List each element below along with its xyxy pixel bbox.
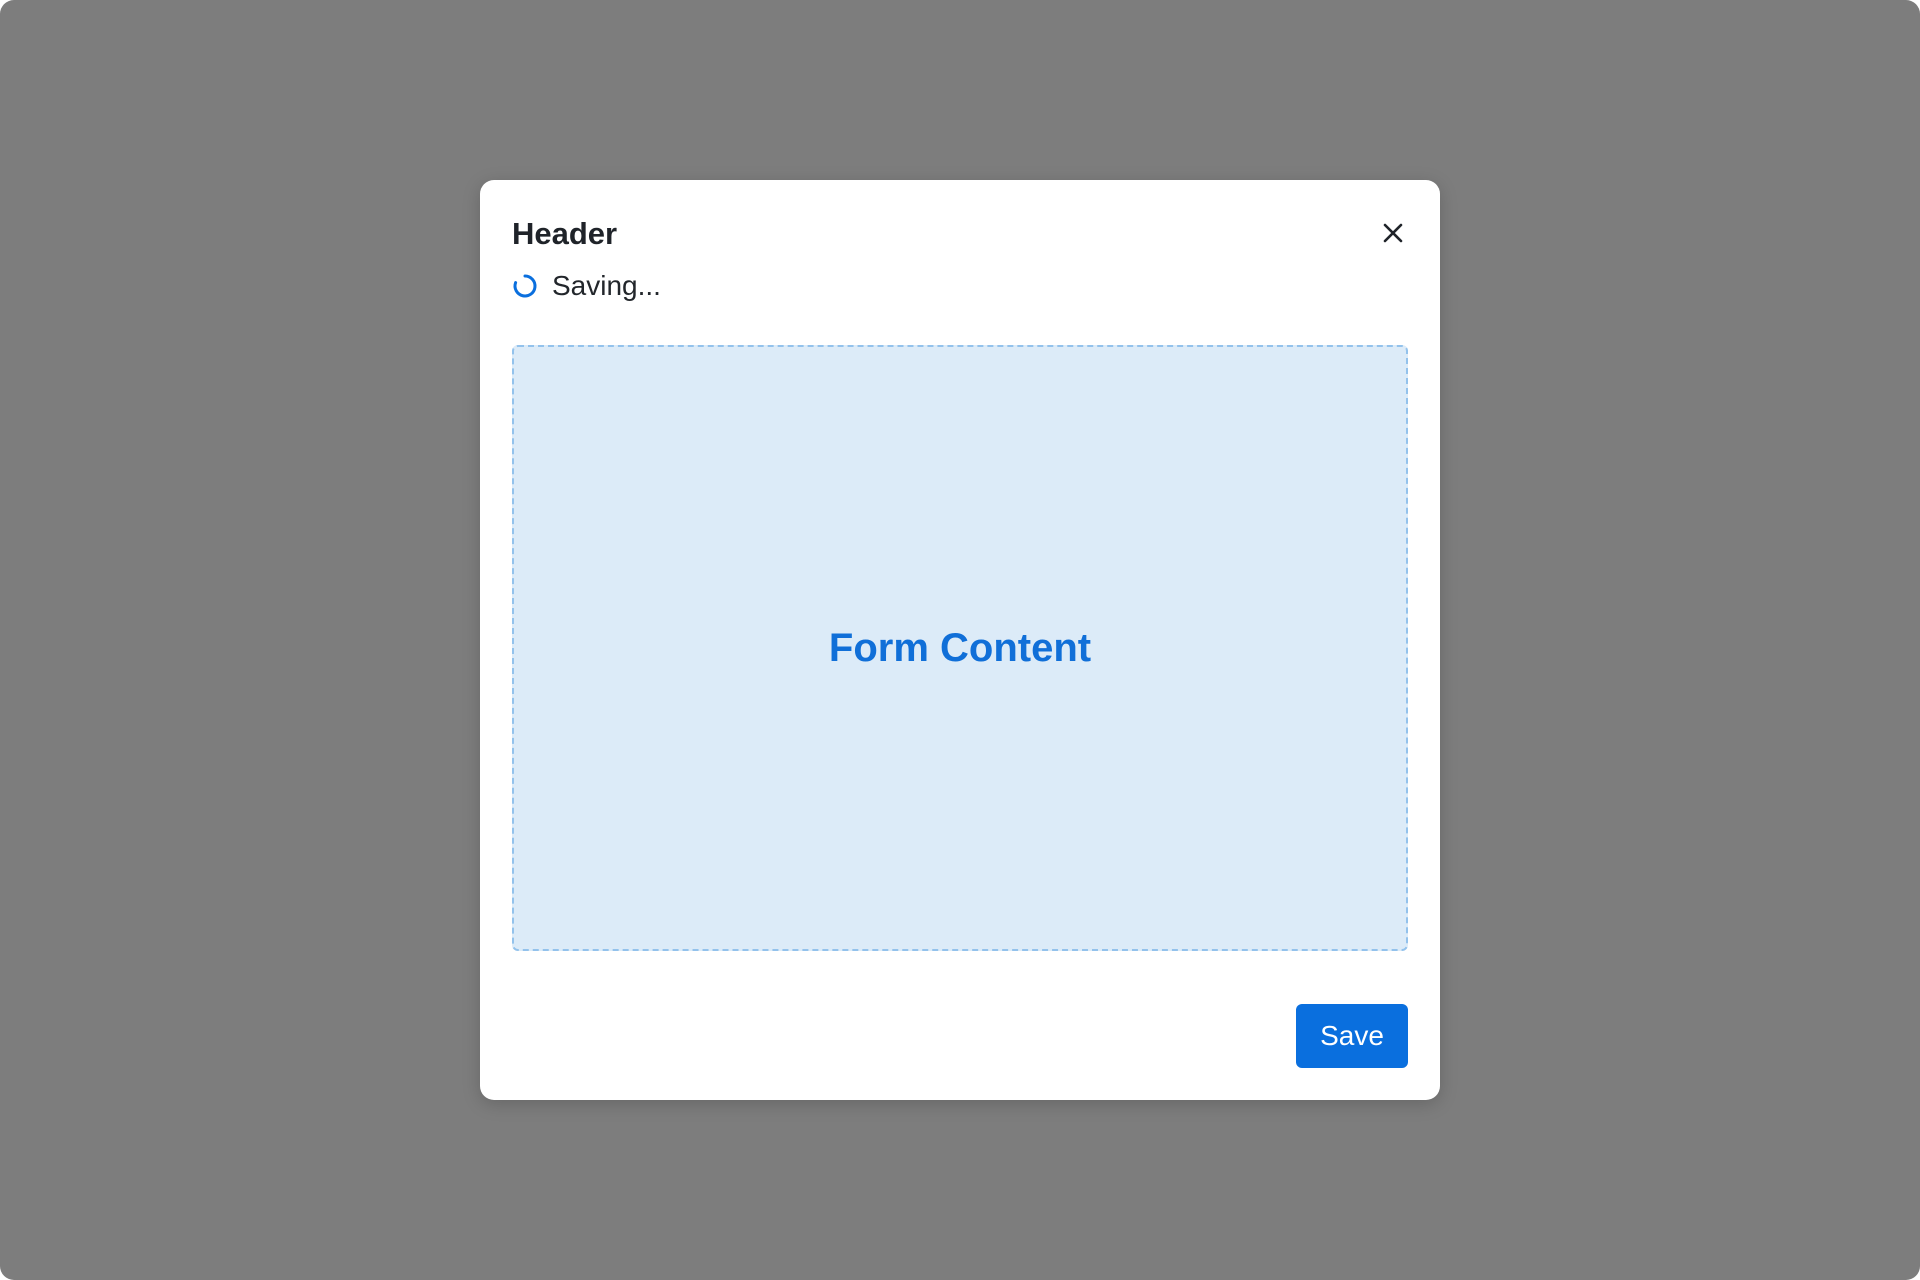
spinner-icon bbox=[512, 273, 538, 299]
close-icon bbox=[1382, 222, 1404, 249]
saving-status: Saving... bbox=[512, 266, 661, 306]
close-button[interactable] bbox=[1376, 218, 1410, 252]
status-text: Saving... bbox=[552, 270, 661, 301]
dialog: Header Saving... Form Content Save bbox=[480, 180, 1440, 1100]
dialog-title: Header bbox=[512, 216, 618, 251]
form-content-label: Form Content bbox=[828, 625, 1092, 670]
form-content-area: Form Content bbox=[512, 345, 1408, 951]
save-button[interactable]: Save bbox=[1296, 1004, 1408, 1068]
